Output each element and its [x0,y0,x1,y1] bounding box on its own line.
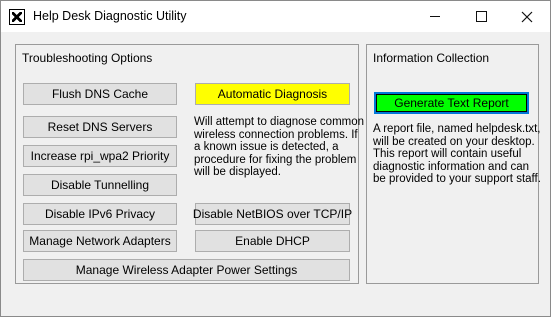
manage-network-adapters-button[interactable]: Manage Network Adapters [23,230,177,252]
reset-dns-servers-button[interactable]: Reset DNS Servers [23,116,177,138]
maximize-button[interactable] [458,1,504,32]
enable-dhcp-button[interactable]: Enable DHCP [195,230,350,252]
window-title: Help Desk Diagnostic Utility [33,9,187,23]
title-bar[interactable]: Help Desk Diagnostic Utility [1,1,550,32]
close-button[interactable] [504,1,550,32]
report-description: A report file, named helpdesk.txt, will … [373,123,541,186]
minimize-icon [430,16,440,17]
description-line: procedure for fixing the problem [194,153,357,166]
description-line: A report file, named helpdesk.txt, [373,123,541,135]
automatic-diagnosis-button[interactable]: Automatic Diagnosis [195,83,350,105]
description-line: diagnostic information and can [373,160,529,173]
description-line: This report will contain useful [373,148,522,160]
minimize-button[interactable] [412,1,458,32]
description-line: be provided to your support staff. [373,173,541,185]
disable-ipv6-privacy-button[interactable]: Disable IPv6 Privacy [23,203,177,225]
troubleshooting-options-label: Troubleshooting Options [22,51,153,65]
flush-dns-cache-button[interactable]: Flush DNS Cache [23,83,177,105]
app-icon [9,9,25,25]
description-line: wireless connection problems. If [194,128,358,141]
manage-power-settings-button[interactable]: Manage Wireless Adapter Power Settings [23,259,350,281]
generate-text-report-button[interactable]: Generate Text Report [374,92,529,114]
app-window: Help Desk Diagnostic Utility Troubleshoo… [0,0,551,317]
description-line: Will attempt to diagnose common [194,116,365,128]
maximize-icon [475,11,487,22]
description-line: a known issue is detected, a [194,141,339,153]
description-line: will be created on your desktop. [373,135,535,148]
disable-tunnelling-button[interactable]: Disable Tunnelling [23,174,177,196]
disable-netbios-button[interactable]: Disable NetBIOS over TCP/IP [193,203,352,225]
automatic-diagnosis-description: Will attempt to diagnose common wireless… [194,116,364,179]
information-collection-label: Information Collection [373,51,490,65]
increase-priority-button[interactable]: Increase rpi_wpa2 Priority [23,145,177,167]
description-line: will be displayed. [194,166,281,178]
close-icon [521,11,533,22]
